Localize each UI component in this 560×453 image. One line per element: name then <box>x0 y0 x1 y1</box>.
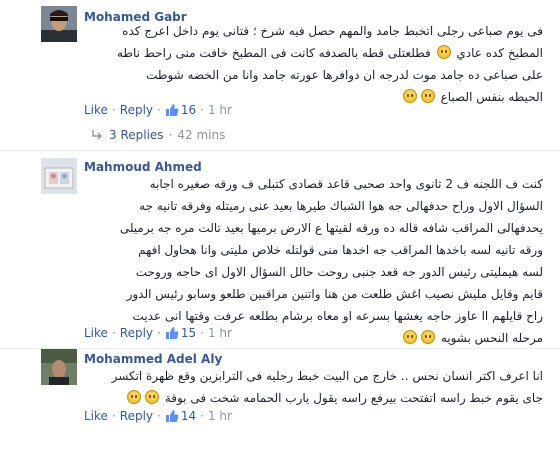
comment-line: السؤال الاول وراح حدفهالى جه هوا الشباك … <box>139 199 543 213</box>
smiley-emoji-icon <box>436 45 451 59</box>
like-count-value: 14 <box>180 409 197 423</box>
separator: · <box>157 103 161 117</box>
like-count[interactable]: 15 <box>165 326 196 340</box>
comment-line: ورقه تانيه لسه باخدها المراقب جه اخدها م… <box>138 243 543 257</box>
divider <box>0 150 560 151</box>
separator: · <box>157 326 161 340</box>
comment-line: على صباعى ده جامد موت لدرجه ان دوافرها ع… <box>146 68 543 82</box>
like-link[interactable]: Like <box>84 326 108 340</box>
like-count[interactable]: 16 <box>165 103 196 117</box>
separator: · <box>111 103 116 117</box>
comment-actions: Like · Reply · 15 · 1 hr <box>84 326 232 340</box>
timestamp[interactable]: 1 hr <box>208 409 232 423</box>
avatar[interactable] <box>41 6 77 42</box>
replies-count[interactable]: 3 Replies <box>109 128 164 142</box>
comment-line: جاى يقوم خبط راسه اتفتحت بيرفع راسه يقول… <box>91 387 543 409</box>
reply-arrow-icon <box>92 130 102 140</box>
like-link[interactable]: Like <box>84 103 108 117</box>
comment-line: المطبخ كده عادي فطلعتلى قطه بالصدفه كانت… <box>117 45 543 60</box>
comment-line: كنت ف اللجنه ف 2 ثانوى واحد صحبى قاعد قص… <box>149 177 543 191</box>
comment-line: راح قايلهم اا عاوز حاجه يغشها بسرعه او م… <box>132 309 543 323</box>
smiley-emoji-icon <box>402 89 417 103</box>
like-count-value: 16 <box>180 103 197 117</box>
timestamp[interactable]: 1 hr <box>208 326 232 340</box>
reply-link[interactable]: Reply <box>120 326 153 340</box>
avatar[interactable] <box>41 349 77 385</box>
thumbs-up-icon <box>165 103 179 117</box>
divider <box>0 348 560 349</box>
timestamp[interactable]: 1 hr <box>208 103 232 117</box>
comment-actions: Like · Reply · 14 · 1 hr <box>84 409 232 423</box>
commenter-name[interactable]: Mohammed Adel Aly <box>84 352 222 366</box>
thumbs-up-icon <box>165 326 179 340</box>
separator: · <box>157 409 161 423</box>
like-count-value: 15 <box>180 326 197 340</box>
like-link[interactable]: Like <box>84 409 108 423</box>
smiley-emoji-icon <box>420 89 435 103</box>
separator: · <box>200 326 204 340</box>
avatar[interactable] <box>41 158 77 194</box>
comment-body: فى يوم صباعى رجلى اتخبط جامد والمهم حصل … <box>91 20 543 108</box>
comment-line: يحدفهالى المراقب شافه قاله ده ورقه لقيته… <box>119 221 543 235</box>
separator: · <box>111 326 116 340</box>
comment-line: انا اعرف اكتر انسان نحس .. خارج من البيت… <box>111 369 543 383</box>
comment-line: لسه هيمليتى رئيس الدور جه قعد جنبى روحت … <box>135 265 543 279</box>
reply-link[interactable]: Reply <box>120 409 153 423</box>
comment-line: قايم وقايل مليش نصيب اغش طلعت من هنا وات… <box>126 287 543 301</box>
thumbs-up-icon <box>165 409 179 423</box>
comment-line: فى يوم صباعى رجلى اتخبط جامد والمهم حصل … <box>122 24 543 38</box>
reply-link[interactable]: Reply <box>120 103 153 117</box>
smiley-emoji-icon <box>403 330 417 344</box>
smiley-emoji-icon <box>421 330 435 344</box>
separator: · <box>200 103 204 117</box>
comment-actions: Like · Reply · 16 · 1 hr <box>84 103 232 117</box>
replies-time: 42 mins <box>177 128 226 142</box>
commenter-name[interactable]: Mahmoud Ahmed <box>84 160 202 174</box>
separator: · <box>200 409 204 423</box>
like-count[interactable]: 14 <box>165 409 196 423</box>
comment-body: انا اعرف اكتر انسان نحس .. خارج من البيت… <box>91 365 543 409</box>
smiley-emoji-icon <box>145 390 159 404</box>
smiley-emoji-icon <box>127 390 141 404</box>
view-replies[interactable]: 3 Replies · 42 mins <box>92 128 225 142</box>
separator: · <box>111 409 116 423</box>
comment-body: كنت ف اللجنه ف 2 ثانوى واحد صحبى قاعد قص… <box>91 173 543 349</box>
separator: · <box>168 128 173 142</box>
